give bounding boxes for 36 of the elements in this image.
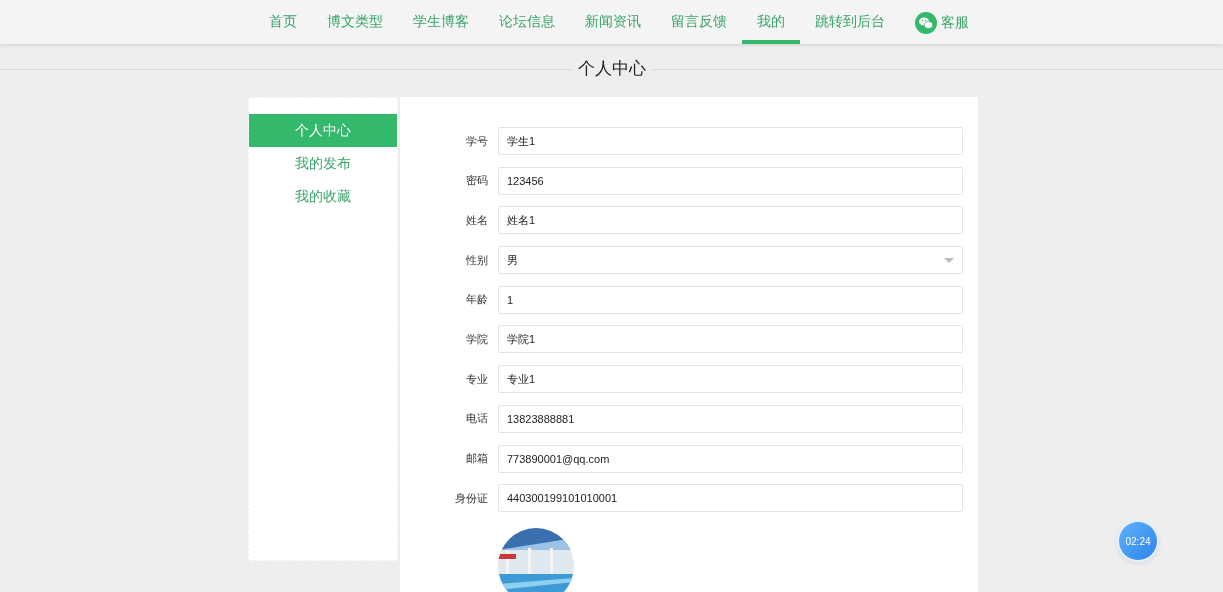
nav-link[interactable]: 留言反馈	[655, 0, 742, 44]
input-field[interactable]: 专业1	[498, 365, 963, 394]
input-field[interactable]: 13823888881	[498, 404, 963, 433]
chat-icon	[914, 12, 937, 34]
field-label: 专业	[465, 371, 488, 387]
nav-link[interactable]: 客服	[899, 0, 984, 44]
input-field[interactable]: 123456	[498, 166, 963, 195]
nav-link[interactable]: 我的	[741, 0, 800, 44]
field-label: 性别	[465, 252, 488, 268]
input-field[interactable]: 1	[498, 285, 963, 314]
field-label: 身份证	[454, 490, 488, 506]
sidebar-item[interactable]: 我的收藏	[249, 180, 397, 213]
field-label: 电话	[465, 411, 488, 427]
field-label: 密码	[465, 173, 488, 189]
timer-badge[interactable]: 02:24	[1119, 522, 1157, 560]
field-label: 学号	[465, 133, 488, 149]
page-title: 个人中心	[571, 59, 652, 79]
nav-link[interactable]: 论坛信息	[483, 0, 570, 44]
field-label: 姓名	[465, 212, 488, 228]
sidebar-item[interactable]: 我的发布	[249, 147, 397, 180]
field-label: 年龄	[465, 292, 488, 308]
caret-icon	[944, 257, 954, 263]
nav-link[interactable]: 博文类型	[311, 0, 398, 44]
sidebar-item[interactable]: 个人中心	[249, 114, 397, 147]
nav-link[interactable]: 跳转到后台	[799, 0, 900, 44]
input-field[interactable]: 773890001@qq.com	[498, 444, 963, 473]
field-label: 邮箱	[465, 451, 488, 466]
nav-link[interactable]: 首页	[253, 0, 312, 44]
input-field[interactable]: 学生1	[498, 127, 963, 155]
input-field[interactable]: 440300199101010001	[498, 484, 963, 513]
nav-link[interactable]: 学生博客	[397, 0, 484, 44]
select-field[interactable]: 男	[498, 246, 963, 275]
field-label: 学院	[465, 331, 488, 347]
input-field[interactable]: 姓名1	[498, 206, 963, 235]
input-field[interactable]: 学院1	[498, 325, 963, 354]
nav-link[interactable]: 新闻资讯	[569, 0, 656, 44]
